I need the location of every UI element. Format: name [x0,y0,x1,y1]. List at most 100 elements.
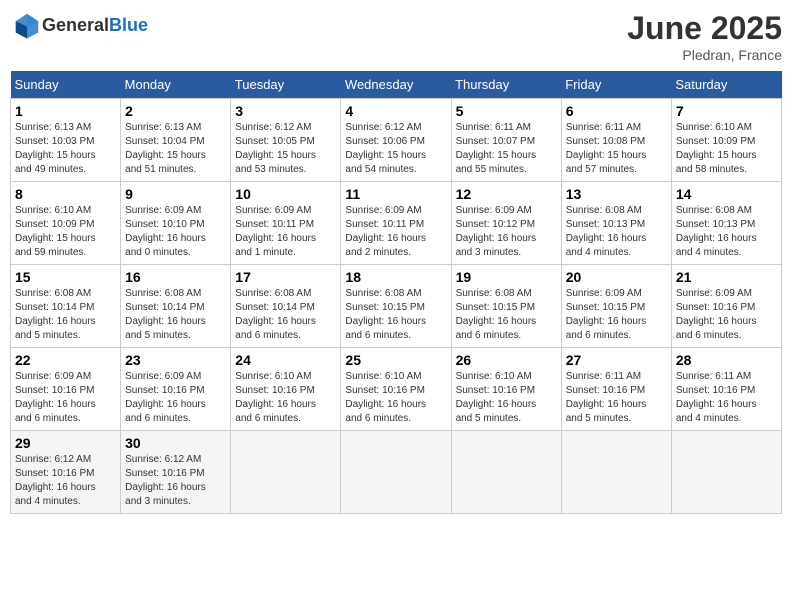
calendar-cell: 4 Sunrise: 6:12 AM Sunset: 10:06 PM Dayli… [341,99,451,182]
day-info: Sunrise: 6:11 AM Sunset: 10:16 PM Daylig… [566,370,667,426]
day-number: 23 [125,352,226,368]
calendar-cell: 11 Sunrise: 6:09 AM Sunset: 10:11 PM Dayl… [341,182,451,265]
day-number: 3 [235,103,336,119]
logo: GeneralBlue [10,10,148,40]
calendar-cell: 18 Sunrise: 6:08 AM Sunset: 10:15 PM Dayl… [341,265,451,348]
day-info: Sunrise: 6:09 AM Sunset: 10:16 PM Daylig… [676,287,777,343]
page-header: GeneralBlue June 2025 Pledran, France [10,10,782,63]
day-number: 12 [456,186,557,202]
weekday-header-monday: Monday [121,71,231,99]
day-info: Sunrise: 6:11 AM Sunset: 10:07 PM Daylig… [456,121,557,177]
calendar-cell: 27Sunrise: 6:11 AM Sunset: 10:16 PM Dayl… [561,348,671,431]
title-block: June 2025 Pledran, France [627,10,782,63]
day-info: Sunrise: 6:09 AM Sunset: 10:11 PM Daylig… [345,204,446,260]
day-number: 18 [345,269,446,285]
day-info: Sunrise: 6:08 AM Sunset: 10:15 PM Daylig… [345,287,446,343]
day-number: 11 [345,186,446,202]
day-number: 5 [456,103,557,119]
day-number: 4 [345,103,446,119]
calendar-cell: 13Sunrise: 6:08 AM Sunset: 10:13 PM Dayl… [561,182,671,265]
month-year: June 2025 [627,10,782,47]
day-info: Sunrise: 6:09 AM Sunset: 10:11 PM Daylig… [235,204,336,260]
calendar-cell: 14 Sunrise: 6:08 AM Sunset: 10:13 PM Dayl… [671,182,781,265]
calendar-cell: 21 Sunrise: 6:09 AM Sunset: 10:16 PM Dayl… [671,265,781,348]
day-number: 29 [15,435,116,451]
day-number: 20 [566,269,667,285]
day-number: 13 [566,186,667,202]
day-number: 8 [15,186,116,202]
calendar-header: SundayMondayTuesdayWednesdayThursdayFrid… [11,71,782,99]
calendar-cell: 1 Sunrise: 6:13 AM Sunset: 10:03 PM Dayli… [11,99,121,182]
weekday-header-friday: Friday [561,71,671,99]
day-info: Sunrise: 6:11 AM Sunset: 10:08 PM Daylig… [566,121,667,177]
calendar-cell: 28Sunrise: 6:11 AM Sunset: 10:16 PM Dayl… [671,348,781,431]
day-number: 14 [676,186,777,202]
calendar-cell: 22Sunrise: 6:09 AM Sunset: 10:16 PM Dayl… [11,348,121,431]
day-number: 25 [345,352,446,368]
calendar-cell: 20 Sunrise: 6:09 AM Sunset: 10:15 PM Dayl… [561,265,671,348]
day-info: Sunrise: 6:10 AM Sunset: 10:09 PM Daylig… [676,121,777,177]
day-number: 2 [125,103,226,119]
calendar-week-row: 15Sunrise: 6:08 AM Sunset: 10:14 PM Dayl… [11,265,782,348]
calendar-cell: 10 Sunrise: 6:09 AM Sunset: 10:11 PM Dayl… [231,182,341,265]
weekday-header-thursday: Thursday [451,71,561,99]
day-info: Sunrise: 6:09 AM Sunset: 10:15 PM Daylig… [566,287,667,343]
calendar-cell: 12 Sunrise: 6:09 AM Sunset: 10:12 PM Dayl… [451,182,561,265]
day-info: Sunrise: 6:08 AM Sunset: 10:13 PM Daylig… [676,204,777,260]
calendar-cell: 3 Sunrise: 6:12 AM Sunset: 10:05 PM Dayli… [231,99,341,182]
calendar-cell [341,431,451,514]
day-info: Sunrise: 6:09 AM Sunset: 10:16 PM Daylig… [15,370,116,426]
day-number: 10 [235,186,336,202]
calendar-cell [561,431,671,514]
day-info: Sunrise: 6:12 AM Sunset: 10:16 PM Daylig… [15,453,116,509]
calendar-cell: 15Sunrise: 6:08 AM Sunset: 10:14 PM Dayl… [11,265,121,348]
day-info: Sunrise: 6:10 AM Sunset: 10:16 PM Daylig… [456,370,557,426]
day-info: Sunrise: 6:09 AM Sunset: 10:10 PM Daylig… [125,204,226,260]
calendar-cell: 9 Sunrise: 6:09 AM Sunset: 10:10 PM Dayli… [121,182,231,265]
logo-general-text: General [42,15,109,35]
calendar-week-row: 22Sunrise: 6:09 AM Sunset: 10:16 PM Dayl… [11,348,782,431]
calendar-cell [231,431,341,514]
logo-text-block: GeneralBlue [42,15,148,36]
calendar-cell: 26 Sunrise: 6:10 AM Sunset: 10:16 PM Dayl… [451,348,561,431]
calendar-body: 1 Sunrise: 6:13 AM Sunset: 10:03 PM Dayli… [11,99,782,514]
logo-blue-text: Blue [109,15,148,35]
day-info: Sunrise: 6:12 AM Sunset: 10:06 PM Daylig… [345,121,446,177]
calendar-table: SundayMondayTuesdayWednesdayThursdayFrid… [10,71,782,514]
day-info: Sunrise: 6:08 AM Sunset: 10:15 PM Daylig… [456,287,557,343]
day-info: Sunrise: 6:08 AM Sunset: 10:14 PM Daylig… [15,287,116,343]
day-info: Sunrise: 6:13 AM Sunset: 10:03 PM Daylig… [15,121,116,177]
day-number: 16 [125,269,226,285]
day-number: 1 [15,103,116,119]
day-number: 30 [125,435,226,451]
calendar-cell: 23 Sunrise: 6:09 AM Sunset: 10:16 PM Dayl… [121,348,231,431]
day-number: 9 [125,186,226,202]
day-number: 28 [676,352,777,368]
location: Pledran, France [627,47,782,63]
calendar-cell: 16Sunrise: 6:08 AM Sunset: 10:14 PM Dayl… [121,265,231,348]
calendar-cell [451,431,561,514]
calendar-cell: 17 Sunrise: 6:08 AM Sunset: 10:14 PM Dayl… [231,265,341,348]
day-info: Sunrise: 6:09 AM Sunset: 10:12 PM Daylig… [456,204,557,260]
calendar-week-row: 29 Sunrise: 6:12 AM Sunset: 10:16 PM Dayl… [11,431,782,514]
calendar-cell: 29 Sunrise: 6:12 AM Sunset: 10:16 PM Dayl… [11,431,121,514]
day-info: Sunrise: 6:12 AM Sunset: 10:16 PM Daylig… [125,453,226,509]
day-info: Sunrise: 6:10 AM Sunset: 10:16 PM Daylig… [235,370,336,426]
day-info: Sunrise: 6:09 AM Sunset: 10:16 PM Daylig… [125,370,226,426]
day-info: Sunrise: 6:13 AM Sunset: 10:04 PM Daylig… [125,121,226,177]
day-number: 26 [456,352,557,368]
day-info: Sunrise: 6:08 AM Sunset: 10:14 PM Daylig… [235,287,336,343]
weekday-header-tuesday: Tuesday [231,71,341,99]
calendar-cell: 30 Sunrise: 6:12 AM Sunset: 10:16 PM Dayl… [121,431,231,514]
calendar-cell [671,431,781,514]
day-number: 7 [676,103,777,119]
day-number: 17 [235,269,336,285]
calendar-week-row: 8Sunrise: 6:10 AM Sunset: 10:09 PM Dayli… [11,182,782,265]
day-info: Sunrise: 6:12 AM Sunset: 10:05 PM Daylig… [235,121,336,177]
weekday-header-wednesday: Wednesday [341,71,451,99]
calendar-cell: 19Sunrise: 6:08 AM Sunset: 10:15 PM Dayl… [451,265,561,348]
calendar-cell: 7 Sunrise: 6:10 AM Sunset: 10:09 PM Dayli… [671,99,781,182]
day-info: Sunrise: 6:10 AM Sunset: 10:16 PM Daylig… [345,370,446,426]
day-number: 21 [676,269,777,285]
calendar-cell: 8Sunrise: 6:10 AM Sunset: 10:09 PM Dayli… [11,182,121,265]
